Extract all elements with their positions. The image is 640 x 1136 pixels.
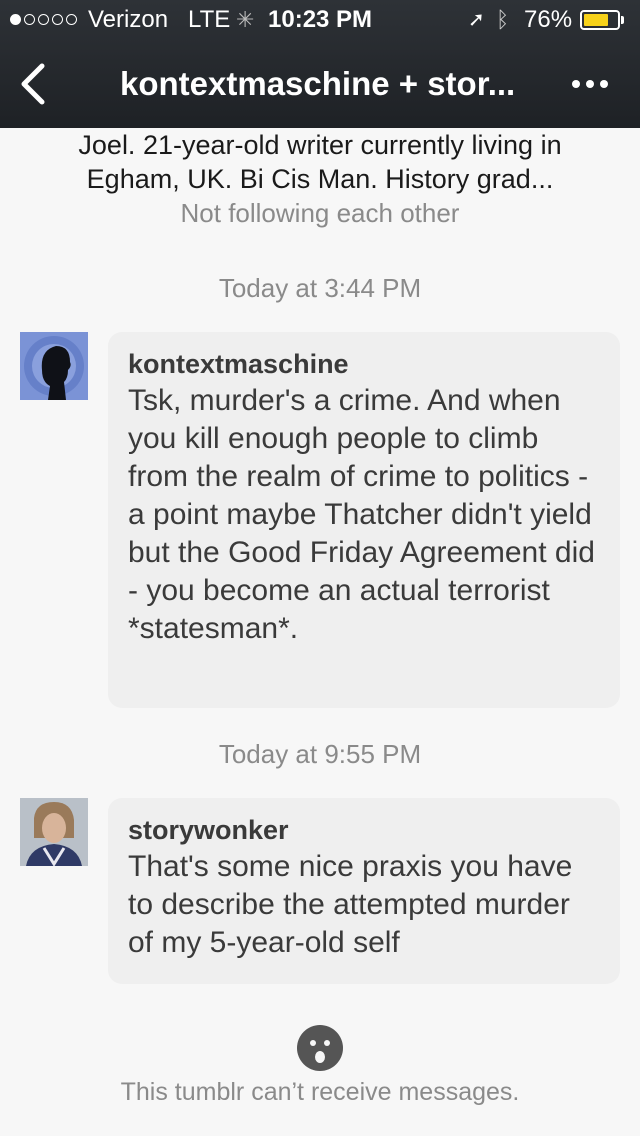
conversation-title: kontextmaschine + stor... <box>120 65 516 102</box>
activity-spinner-icon: ✳ <box>236 7 255 32</box>
avatar[interactable] <box>20 332 88 400</box>
message-bubble: storywonker That's some nice praxis you … <box>108 798 620 984</box>
message-text: Tsk, murder's a crime. And when you kill… <box>128 384 595 645</box>
avatar[interactable] <box>20 798 88 866</box>
message-username[interactable]: kontextmaschine <box>128 346 600 382</box>
location-arrow-icon: ➚ <box>468 9 485 31</box>
ellipsis-icon <box>572 80 608 88</box>
chevron-left-icon <box>21 63 45 105</box>
message-text: That's some nice praxis you have to desc… <box>128 850 573 959</box>
navigation-bar: kontextmaschine + stor... <box>0 40 640 128</box>
follow-relation: Not following each other <box>180 198 460 228</box>
top-bar: Verizon LTE ✳ 10:23 PM ➚ ᛒ 76% kontextma… <box>0 0 640 128</box>
status-time: 10:23 PM <box>268 6 373 33</box>
network-type: LTE <box>188 6 231 33</box>
battery-percent: 76% <box>524 6 573 33</box>
cannot-message-notice: This tumblr can’t receive messages. <box>120 1078 520 1106</box>
user-bio: Joel. 21-year-old writer currently livin… <box>78 130 562 194</box>
carrier-name: Verizon <box>88 6 169 33</box>
back-button[interactable] <box>14 62 58 106</box>
battery-tip <box>621 16 624 24</box>
more-options-button[interactable] <box>568 62 612 106</box>
portrait-avatar-icon <box>20 798 88 866</box>
message-timestamp: Today at 9:55 PM <box>218 739 422 769</box>
bluetooth-icon: ᛒ <box>496 7 510 32</box>
message-username[interactable]: storywonker <box>128 812 600 848</box>
message-timestamp: Today at 3:44 PM <box>218 273 422 303</box>
battery-icon <box>580 10 620 30</box>
status-bar: Verizon LTE ✳ 10:23 PM ➚ ᛒ 76% <box>0 0 640 40</box>
sad-face-icon <box>296 1024 344 1072</box>
message-bubble: kontextmaschine Tsk, murder's a crime. A… <box>108 332 620 708</box>
silhouette-avatar-icon <box>20 332 88 400</box>
signal-strength-icon <box>10 14 77 25</box>
